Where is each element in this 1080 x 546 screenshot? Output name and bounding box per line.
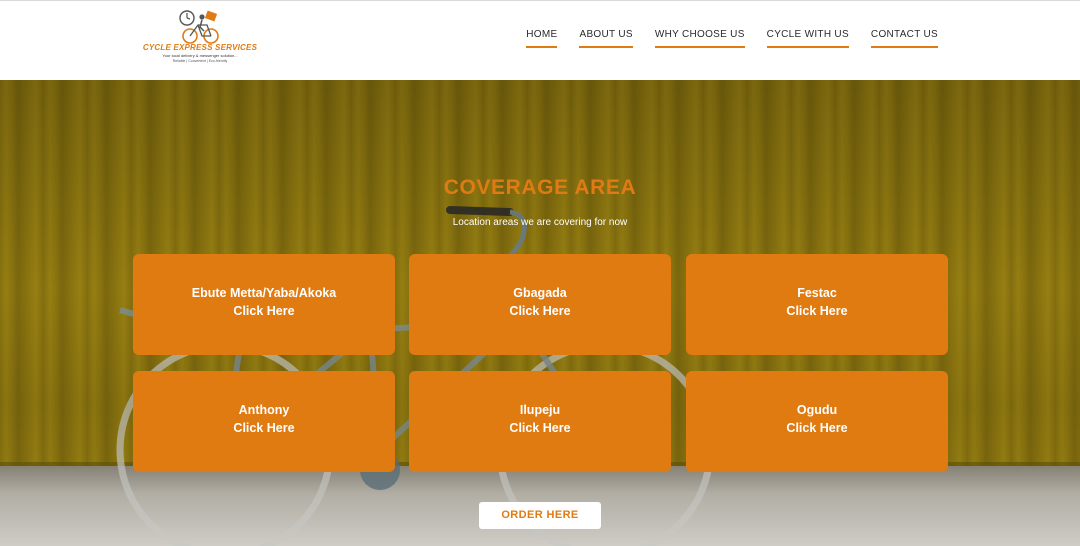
card-location-name: Anthony [238, 403, 290, 417]
nav-why-choose-us[interactable]: WHY CHOOSE US [654, 29, 745, 48]
nav-contact-us[interactable]: CONTACT US [870, 29, 939, 48]
card-click-here-link[interactable]: Click Here [686, 421, 948, 435]
order-here-button[interactable]: ORDER HERE [479, 502, 601, 529]
card-location-name: Ebute Metta/Yaba/Akoka [191, 286, 337, 300]
card-click-here-link[interactable]: Click Here [686, 304, 948, 318]
main-nav: HOME ABOUT US WHY CHOOSE US CYCLE WITH U… [504, 29, 939, 48]
logo-subtag: Reliable | Convenient | Eco-friendly [172, 59, 228, 63]
logo-tagline: Your local delivery & messenger solution… [162, 53, 238, 58]
card-click-here-link[interactable]: Click Here [409, 304, 671, 318]
coverage-card-anthony[interactable]: Anthony Click Here [133, 371, 395, 472]
nav-cycle-with-us[interactable]: CYCLE WITH US [766, 29, 850, 48]
card-click-here-link[interactable]: Click Here [133, 304, 395, 318]
coverage-card-ilupeju[interactable]: Ilupeju Click Here [409, 371, 671, 472]
site-logo[interactable]: CYCLE EXPRESS SERVICES Your local delive… [140, 7, 260, 69]
card-location-name: Ilupeju [519, 403, 561, 417]
coverage-hero: COVERAGE AREA Location areas we are cove… [0, 80, 1080, 546]
site-header: CYCLE EXPRESS SERVICES Your local delive… [0, 0, 1080, 80]
bicycle-courier-logo-icon [179, 10, 219, 44]
nav-home[interactable]: HOME [526, 29, 558, 48]
card-location-name: Ogudu [796, 403, 838, 417]
logo-brand-text: CYCLE EXPRESS SERVICES [142, 43, 258, 52]
coverage-card-ogudu[interactable]: Ogudu Click Here [686, 371, 948, 472]
card-location-name: Festac [797, 286, 837, 300]
card-click-here-link[interactable]: Click Here [409, 421, 671, 435]
card-click-here-link[interactable]: Click Here [133, 421, 395, 435]
section-title: COVERAGE AREA [443, 176, 637, 199]
section-subtitle: Location areas we are covering for now [452, 217, 628, 228]
coverage-card-ebute-metta[interactable]: Ebute Metta/Yaba/Akoka Click Here [133, 254, 395, 355]
card-location-name: Gbagada [513, 286, 567, 300]
coverage-card-festac[interactable]: Festac Click Here [686, 254, 948, 355]
coverage-card-gbagada[interactable]: Gbagada Click Here [409, 254, 671, 355]
nav-about-us[interactable]: ABOUT US [579, 29, 634, 48]
